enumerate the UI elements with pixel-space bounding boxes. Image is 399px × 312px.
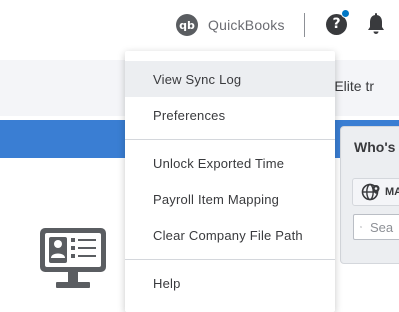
top-header: qb QuickBooks ?	[0, 0, 399, 50]
search-field[interactable]	[353, 214, 399, 240]
help-button[interactable]: ?	[326, 9, 350, 35]
quickbooks-logo-icon: qb	[176, 14, 198, 36]
map-button-label: MA	[385, 186, 399, 198]
menu-item-clear-company-file-path[interactable]: Clear Company File Path	[125, 217, 335, 253]
time-clock-kiosk-icon	[38, 228, 110, 295]
menu-item-help[interactable]: Help	[125, 265, 335, 301]
search-input[interactable]	[368, 218, 399, 236]
map-button[interactable]: MA	[352, 178, 399, 206]
search-icon	[360, 226, 362, 228]
menu-divider	[125, 259, 335, 260]
menu-item-view-sync-log[interactable]: View Sync Log	[125, 61, 335, 97]
quickbooks-link[interactable]: qb QuickBooks	[176, 13, 285, 37]
globe-pin-icon	[361, 183, 380, 201]
menu-item-unlock-exported-time[interactable]: Unlock Exported Time	[125, 145, 335, 181]
whos-working-title: Who's	[354, 139, 396, 155]
menu-item-preferences[interactable]: Preferences	[125, 97, 335, 133]
notification-dot	[341, 9, 350, 18]
header-divider	[304, 13, 305, 37]
bell-icon	[368, 13, 384, 34]
quickbooks-link-label: QuickBooks	[208, 17, 285, 33]
menu-item-payroll-item-mapping[interactable]: Payroll Item Mapping	[125, 181, 335, 217]
settings-dropdown-menu: View Sync Log Preferences Unlock Exporte…	[125, 51, 335, 312]
svg-text:qb: qb	[179, 19, 195, 32]
notifications-button[interactable]	[366, 13, 386, 35]
menu-divider	[125, 139, 335, 140]
